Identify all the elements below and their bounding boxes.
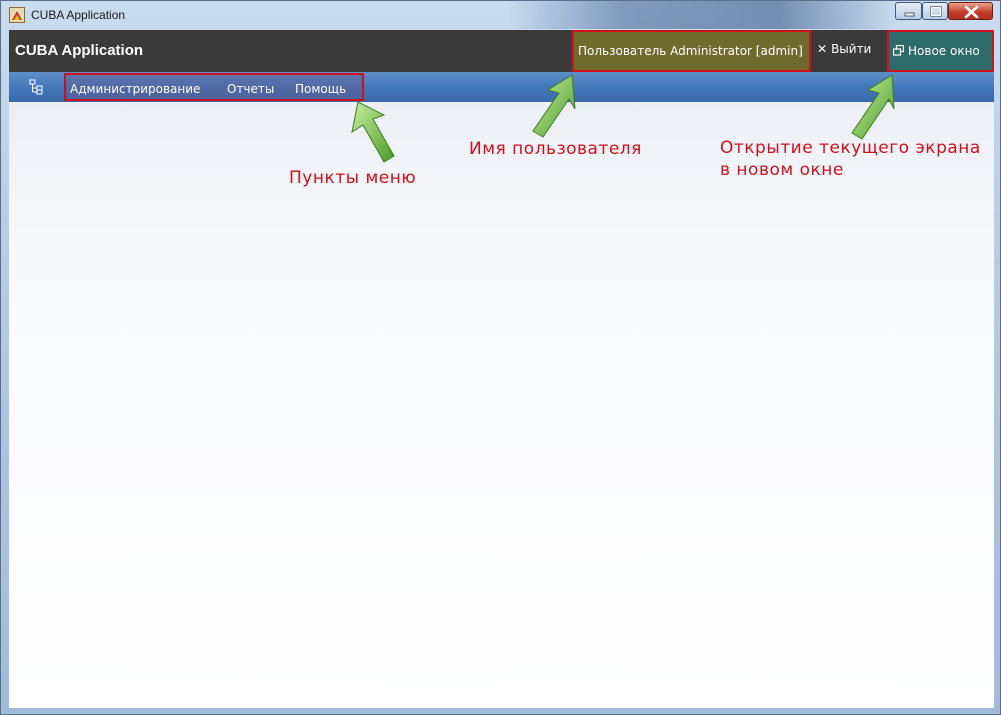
menu-item-help[interactable]: Помощь xyxy=(295,82,346,96)
app-name: CUBA Application xyxy=(15,42,144,59)
maximize-button[interactable] xyxy=(922,2,948,20)
new-window-icon xyxy=(892,44,905,56)
logout-button[interactable]: ✕ Выйти xyxy=(817,42,871,56)
close-icon xyxy=(964,5,979,19)
arrow-user-name xyxy=(532,74,576,138)
window-frame: CUBA Application CUBA Application Пользо… xyxy=(0,0,1001,715)
annotation-new-window-line1: Открытие текущего экрана xyxy=(720,138,981,158)
user-info: Пользователь Administrator [admin] xyxy=(572,30,811,72)
arrow-menu-items xyxy=(351,101,395,163)
logout-label: Выйти xyxy=(831,42,872,56)
titlebar-decoration xyxy=(506,1,896,29)
menu-item-reports[interactable]: Отчеты xyxy=(227,82,274,96)
minimize-icon xyxy=(904,12,915,17)
annotation-user-name: Имя пользователя xyxy=(469,139,642,159)
menu-item-administration[interactable]: Администрирование xyxy=(70,82,200,96)
user-label: Пользователь Administrator [admin] xyxy=(578,44,803,58)
annotation-new-window-line2: в новом окне xyxy=(720,160,844,180)
new-window-button-highlight: Новое окно xyxy=(887,30,994,72)
close-icon: ✕ xyxy=(817,42,828,56)
close-button[interactable] xyxy=(948,2,993,20)
app-icon xyxy=(9,7,25,23)
tree-menu-icon[interactable] xyxy=(29,79,43,95)
new-window-label: Новое окно xyxy=(908,44,980,58)
new-window-button[interactable]: Новое окно xyxy=(892,44,980,58)
maximize-icon xyxy=(930,6,942,17)
arrow-new-window xyxy=(851,74,895,140)
window-titlebar[interactable]: CUBA Application xyxy=(1,1,1000,29)
main-content-area xyxy=(9,102,994,708)
window-title: CUBA Application xyxy=(31,8,126,22)
menu-items-highlight: Администрирование Отчеты Помощь xyxy=(64,73,364,101)
annotation-menu-items: Пункты меню xyxy=(289,168,417,188)
app-header: CUBA Application Пользователь Administra… xyxy=(9,30,994,72)
minimize-button[interactable] xyxy=(895,2,922,20)
